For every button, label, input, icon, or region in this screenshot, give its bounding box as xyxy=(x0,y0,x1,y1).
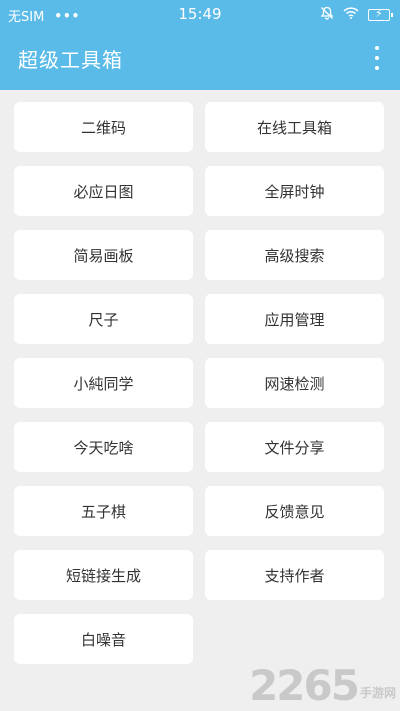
more-dot xyxy=(375,46,379,50)
tool-xiaochun-button[interactable]: 小純同学 xyxy=(14,358,193,408)
tool-speed-test-button[interactable]: 网速检测 xyxy=(205,358,384,408)
status-right: ⚡ xyxy=(320,6,393,24)
watermark-number: 2265 xyxy=(249,661,360,710)
tool-simple-drawing-button[interactable]: 简易画板 xyxy=(14,230,193,280)
tool-file-share-button[interactable]: 文件分享 xyxy=(205,422,384,472)
tool-short-link-button[interactable]: 短链接生成 xyxy=(14,550,193,600)
tool-support-author-button[interactable]: 支持作者 xyxy=(205,550,384,600)
more-dot xyxy=(375,66,379,70)
tool-app-manager-button[interactable]: 应用管理 xyxy=(205,294,384,344)
tool-what-to-eat-button[interactable]: 今天吃啥 xyxy=(14,422,193,472)
more-dot xyxy=(375,56,379,60)
tool-advanced-search-button[interactable]: 高级搜索 xyxy=(205,230,384,280)
tool-fullscreen-clock-button[interactable]: 全屏时钟 xyxy=(205,166,384,216)
tool-white-noise-button[interactable]: 白噪音 xyxy=(14,614,193,664)
watermark-suffix: 手游网 xyxy=(359,686,396,700)
wifi-icon xyxy=(343,7,359,23)
status-bar: 无SIM ••• 15:49 ⚡ xyxy=(0,0,400,28)
tool-qrcode-button[interactable]: 二维码 xyxy=(14,102,193,152)
battery-charging-icon: ⚡ xyxy=(368,7,393,21)
tool-online-toolbox-button[interactable]: 在线工具箱 xyxy=(205,102,384,152)
app-bar: 超级工具箱 xyxy=(0,28,400,90)
tool-gomoku-button[interactable]: 五子棋 xyxy=(14,486,193,536)
watermark: 2265 手游网 xyxy=(249,665,396,707)
app-title: 超级工具箱 xyxy=(18,48,123,72)
tool-grid: 二维码 在线工具箱 必应日图 全屏时钟 简易画板 高级搜索 尺子 应用管理 小純… xyxy=(14,102,386,664)
more-vert-icon[interactable] xyxy=(372,46,382,70)
tool-feedback-button[interactable]: 反馈意见 xyxy=(205,486,384,536)
tool-bing-daily-image-button[interactable]: 必应日图 xyxy=(14,166,193,216)
mute-icon xyxy=(320,6,334,24)
tool-ruler-button[interactable]: 尺子 xyxy=(14,294,193,344)
